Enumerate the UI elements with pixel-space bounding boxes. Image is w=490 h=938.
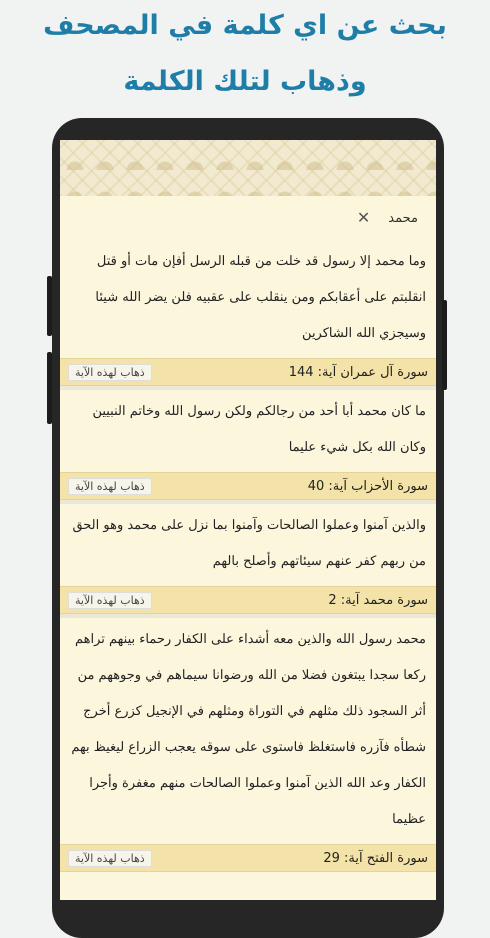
close-icon[interactable]: ✕ [357,210,370,226]
result-item: محمد رسول الله والذين معه أشداء على الكف… [60,618,436,872]
result-meta-bar: سورة الأحزاب آية: 40 ذهاب لهذه الآية [60,472,436,500]
go-to-verse-button[interactable]: ذهاب لهذه الآية [68,591,152,609]
search-bar: ✕ محمد [60,196,436,240]
go-to-verse-button[interactable]: ذهاب لهذه الآية [68,849,152,867]
verse-reference: سورة الفتح آية: 29 [323,850,428,866]
verse-text: والذين آمنوا وعملوا الصالحات وآمنوا بما … [72,518,426,569]
promo-headline-line1: بحث عن اي كلمة في المصحف [43,10,447,41]
decorative-pattern-header [60,140,436,196]
result-item: والذين آمنوا وعملوا الصالحات وآمنوا بما … [60,504,436,614]
go-to-verse-button[interactable]: ذهاب لهذه الآية [68,477,152,495]
app-screen: ✕ محمد وما محمد إلا رسول قد خلت من قبله … [60,140,436,900]
go-to-verse-button[interactable]: ذهاب لهذه الآية [68,363,152,381]
verse-text: محمد رسول الله والذين معه أشداء على الكف… [71,632,426,827]
verse-reference: سورة آل عمران آية: 144 [288,364,428,380]
result-item: وما محمد إلا رسول قد خلت من قبله الرسل أ… [60,240,436,386]
phone-volume-up-button [47,276,52,336]
verse-text: ما كان محمد أبا أحد من رجالكم ولكن رسول … [92,404,426,455]
search-query[interactable]: محمد [388,211,418,226]
result-meta-bar: سورة آل عمران آية: 144 ذهاب لهذه الآية [60,358,436,386]
result-meta-bar: سورة الفتح آية: 29 ذهاب لهذه الآية [60,844,436,872]
phone-power-button [442,300,447,390]
result-meta-bar: سورة محمد آية: 2 ذهاب لهذه الآية [60,586,436,614]
results-list: وما محمد إلا رسول قد خلت من قبله الرسل أ… [60,240,436,872]
phone-volume-down-button [47,352,52,424]
verse-reference: سورة الأحزاب آية: 40 [307,478,428,494]
verse-reference: سورة محمد آية: 2 [328,592,428,608]
promo-headline-line2: وذهاب لتلك الكلمة [123,66,367,97]
result-item: ما كان محمد أبا أحد من رجالكم ولكن رسول … [60,390,436,500]
verse-text: وما محمد إلا رسول قد خلت من قبله الرسل أ… [95,254,426,341]
